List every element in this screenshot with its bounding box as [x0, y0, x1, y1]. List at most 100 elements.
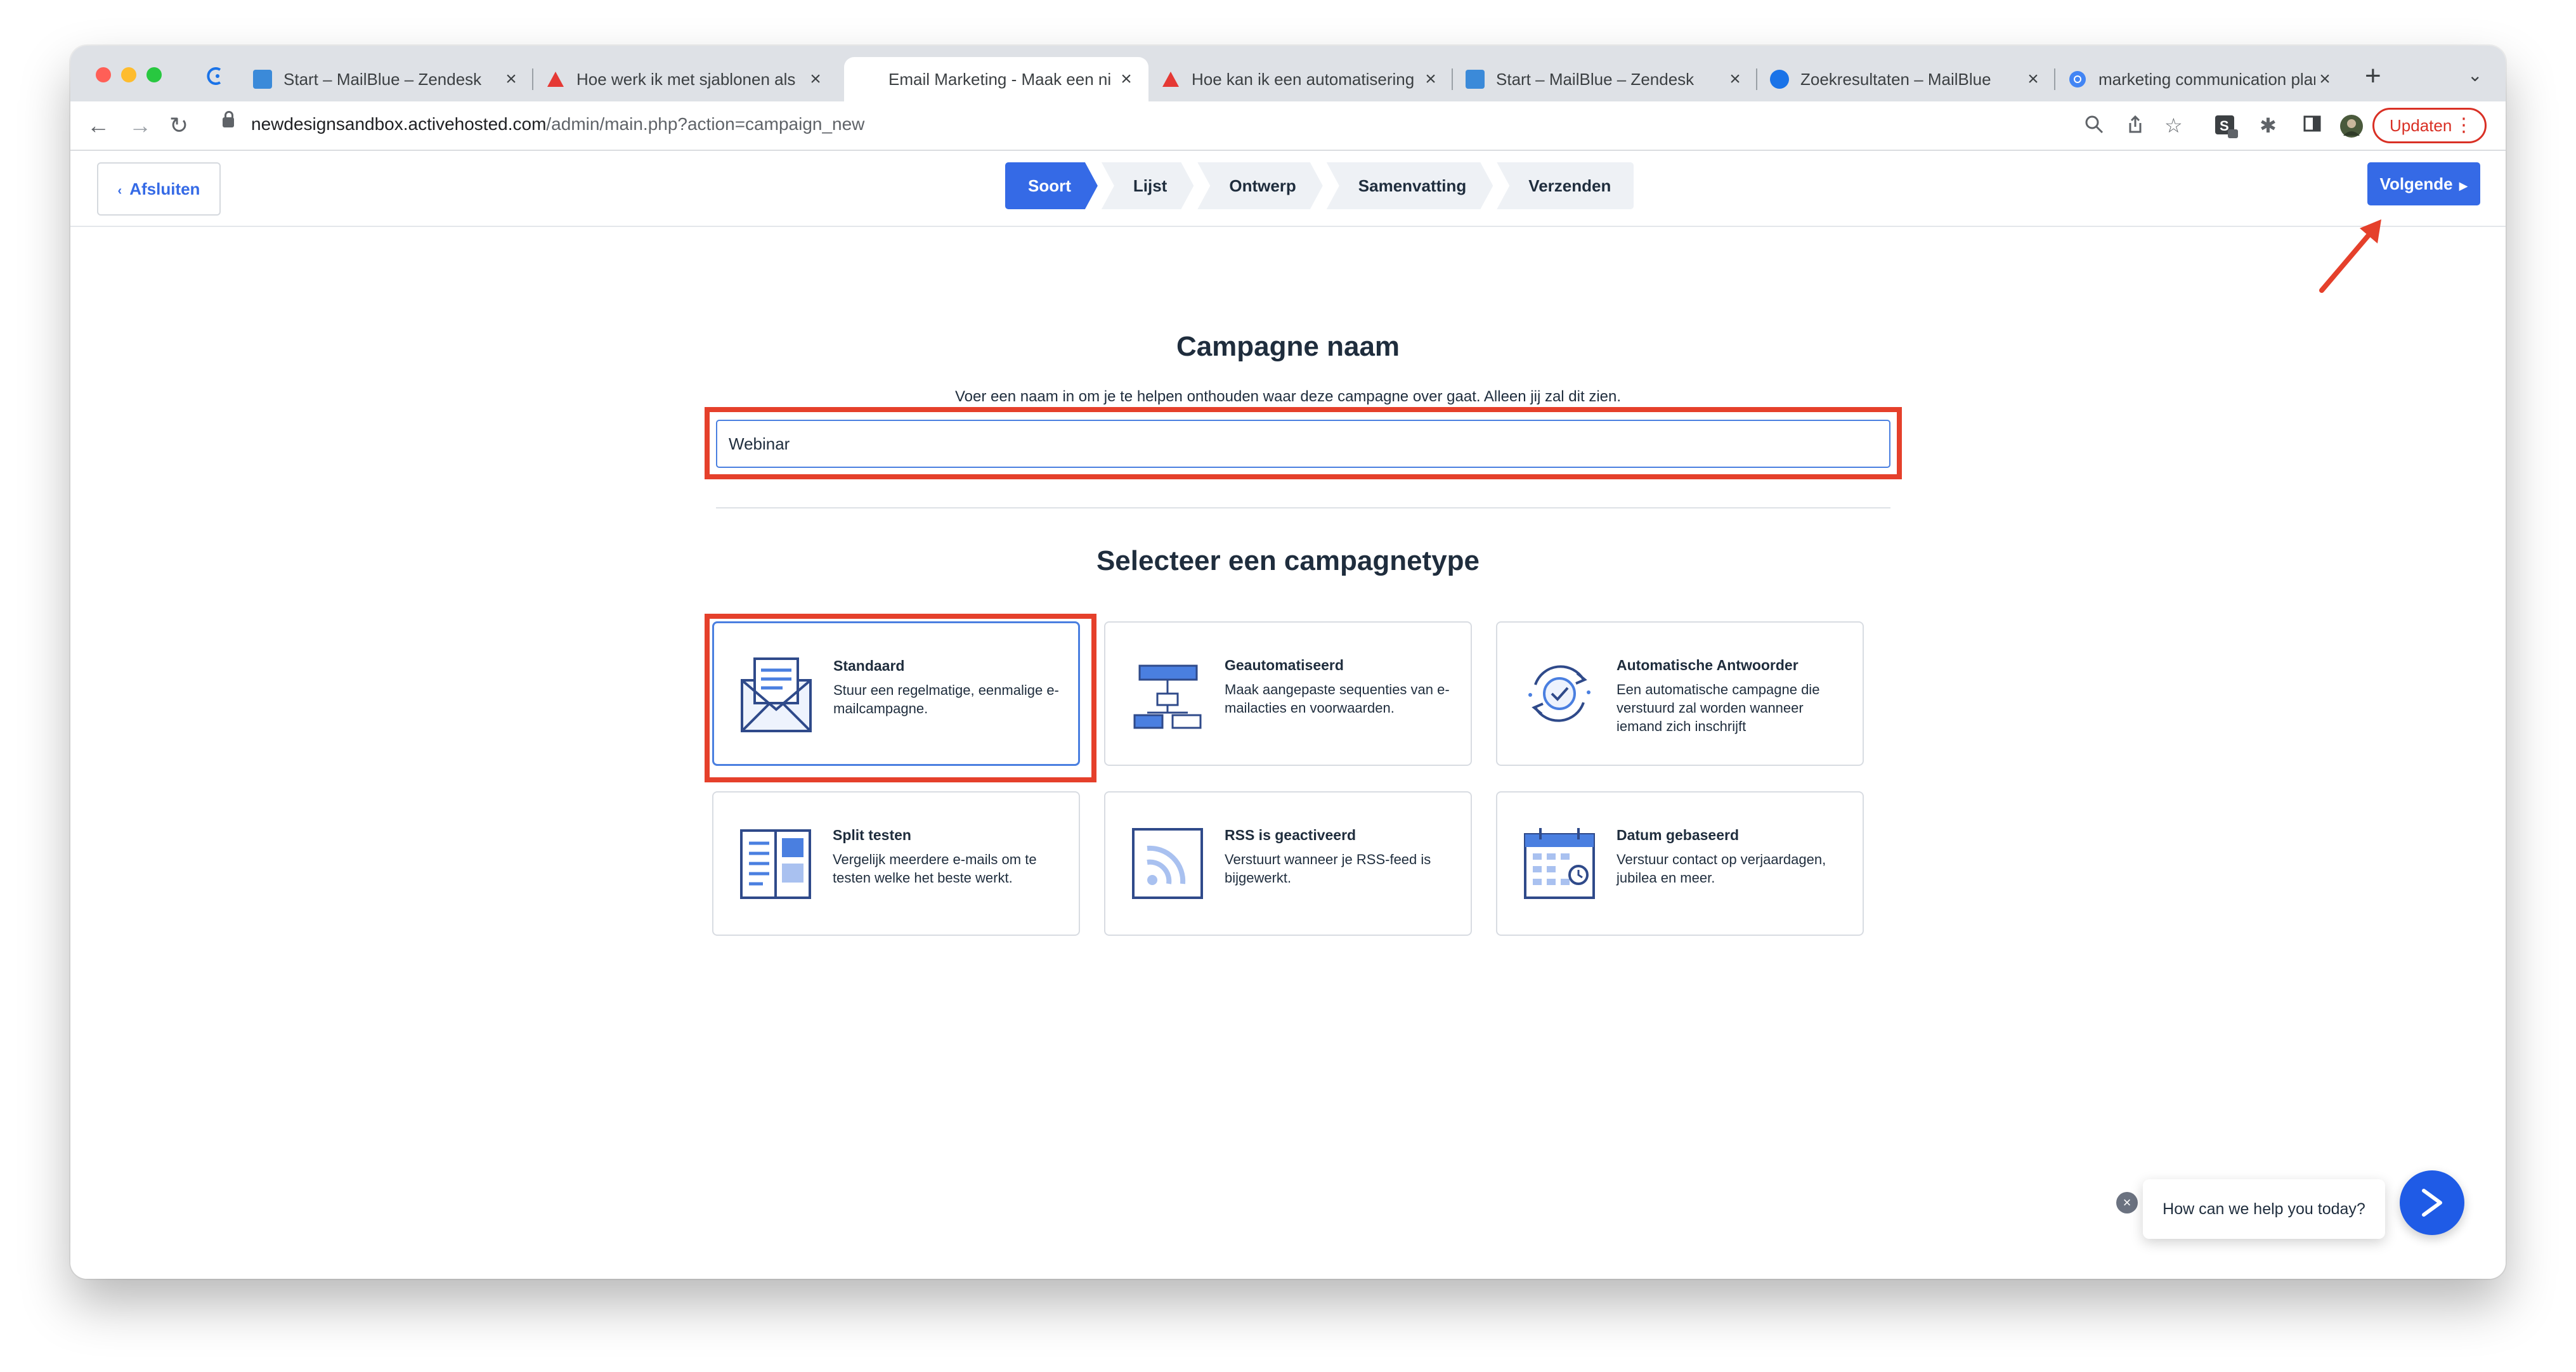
card-description: Vergelijk meerdere e-mails om te testen … [833, 851, 1037, 886]
step-samenvatting[interactable]: Samenvatting [1327, 162, 1493, 209]
tab-search-icon[interactable] [204, 65, 226, 87]
minimize-window-button[interactable] [121, 67, 136, 82]
campaign-name-input[interactable]: Webinar [716, 420, 1890, 468]
card-title: Geautomatiseerd [1225, 657, 1344, 673]
step-soort[interactable]: Soort [1005, 162, 1098, 209]
browser-tab[interactable]: Start – MailBlue – Zendesk × [240, 57, 533, 101]
card-text: Split testen Vergelijk meerdere e-mails … [833, 827, 1061, 887]
card-standaard[interactable]: Standaard Stuur een regelmatige, eenmali… [712, 621, 1080, 766]
reload-icon[interactable]: ↻ [169, 112, 188, 139]
tab-close-icon[interactable]: × [2315, 68, 2334, 90]
exit-button[interactable]: ‹ Afsluiten [97, 162, 221, 216]
tab-close-icon[interactable]: × [806, 68, 825, 90]
card-split-testen[interactable]: Split testen Vergelijk meerdere e-mails … [712, 791, 1080, 936]
browser-toolbar: ← → ↻ newdesignsandbox.activehosted.com/… [70, 101, 2506, 151]
tab-close-icon[interactable]: × [1117, 68, 1136, 90]
chat-launcher-button[interactable] [2400, 1170, 2464, 1235]
card-title: Automatische Antwoorder [1617, 657, 1799, 673]
annotation-arrow [2319, 219, 2381, 293]
card-rss[interactable]: RSS is geactiveerd Verstuurt wanneer je … [1104, 791, 1472, 936]
tab-title: Start – MailBlue – Zendesk [1496, 69, 1695, 89]
card-geautomatiseerd[interactable]: Geautomatiseerd Maak aangepaste sequenti… [1104, 621, 1472, 766]
browser-tab-active[interactable]: Email Marketing - Maak een ni × [844, 57, 1148, 101]
flowchart-icon [1133, 664, 1202, 729]
card-description: Een automatische campagne die verstuurd … [1617, 682, 1820, 734]
card-description: Stuur een regelmatige, eenmalige e-mailc… [833, 682, 1059, 716]
back-arrow-icon[interactable]: ← [87, 112, 110, 139]
browser-tab[interactable]: Zoekresultaten – MailBlue × [1757, 57, 2055, 101]
profile-avatar[interactable] [2339, 114, 2364, 143]
update-button[interactable]: Updaten ⋮ [2372, 108, 2487, 143]
browser-tab[interactable]: Start – MailBlue – Zendesk × [1453, 57, 1757, 101]
card-datum-gebaseerd[interactable]: Datum gebaseerd Verstuur contact op verj… [1496, 791, 1864, 936]
chevron-left-icon: ‹ [117, 184, 122, 198]
tab-title: Hoe werk ik met sjablonen als [576, 69, 796, 89]
tab-title: Hoe kan ik een automatisering [1192, 69, 1415, 89]
tab-close-icon[interactable]: × [2024, 68, 2043, 90]
tab-close-icon[interactable]: × [1421, 68, 1440, 90]
tab-close-icon[interactable]: × [502, 68, 521, 90]
update-label: Updaten [2390, 116, 2452, 135]
caret-right-icon: ▶ [2459, 179, 2468, 192]
address-bar[interactable]: newdesignsandbox.activehosted.com/admin/… [251, 114, 864, 134]
browser-tab[interactable]: marketing communication plan × [2055, 57, 2347, 101]
chat-prompt[interactable]: How can we help you today? [2143, 1179, 2385, 1239]
new-tab-icon[interactable]: + [2365, 62, 2381, 90]
card-description: Maak aangepaste sequenties van e-mailact… [1225, 682, 1450, 716]
card-text: Automatische Antwoorder Een automatische… [1617, 657, 1845, 735]
forward-arrow-icon[interactable]: → [129, 112, 152, 139]
bookmark-star-icon[interactable]: ☆ [2164, 114, 2183, 137]
auto-cycle-icon [1528, 665, 1590, 722]
card-text: Geautomatiseerd Maak aangepaste sequenti… [1225, 657, 1453, 717]
exit-label: Afsluiten [129, 179, 200, 198]
card-text: Standaard Stuur een regelmatige, eenmali… [833, 657, 1060, 718]
next-button[interactable]: Volgende ▶ [2367, 162, 2480, 205]
share-icon[interactable] [2125, 114, 2145, 139]
chrome-icon [2068, 70, 2087, 89]
tab-list-chevron-icon[interactable]: ⌄ [2468, 65, 2482, 86]
mailblue-icon [253, 70, 272, 89]
page-content: ‹ Afsluiten Soort Lijst Ontwerp Samenvatt… [70, 151, 2506, 1279]
campaign-type-title: Selecteer een campagnetype [1096, 545, 1480, 576]
tab-title: marketing communication plan [2098, 69, 2315, 89]
extensions-puzzle-icon[interactable]: ✱ [2260, 114, 2277, 137]
split-test-icon [740, 829, 811, 899]
browser-tab[interactable]: Hoe kan ik een automatisering × [1148, 57, 1453, 101]
card-text: Datum gebaseerd Verstuur contact op verj… [1617, 827, 1845, 887]
url-path: /admin/main.php?action=campaign_new [546, 114, 865, 134]
card-automatische-antwoorder[interactable]: Automatische Antwoorder Een automatische… [1496, 621, 1864, 766]
close-window-button[interactable] [96, 67, 111, 82]
svg-text:S: S [2220, 118, 2229, 134]
tab-close-icon[interactable]: × [1726, 68, 1745, 90]
zendesk-icon [1161, 70, 1180, 89]
lock-icon [223, 111, 234, 127]
tab-title: Start – MailBlue – Zendesk [283, 69, 482, 89]
tab-strip: Start – MailBlue – Zendesk × Hoe werk ik… [70, 46, 2506, 101]
mailblue-circle-icon [1770, 70, 1789, 89]
card-description: Verstuurt wanneer je RSS-feed is bijgewe… [1225, 851, 1431, 886]
mailblue-icon [1466, 70, 1485, 89]
campaign-header: ‹ Afsluiten Soort Lijst Ontwerp Samenvatt… [70, 151, 2506, 227]
chat-close-icon[interactable]: × [2116, 1192, 2138, 1213]
step-navigation: Soort Lijst Ontwerp Samenvatting Verzend… [1005, 162, 1637, 209]
more-vert-icon: ⋮ [2454, 115, 2473, 136]
card-description: Verstuur contact op verjaardagen, jubile… [1617, 851, 1826, 886]
send-arrow-icon [2422, 1189, 2442, 1217]
zoom-icon[interactable] [2084, 114, 2104, 139]
step-lijst[interactable]: Lijst [1102, 162, 1194, 209]
zoom-window-button[interactable] [146, 67, 162, 82]
next-label: Volgende [2379, 174, 2453, 193]
browser-tab[interactable]: Hoe werk ik met sjablonen als × [533, 57, 838, 101]
step-verzenden[interactable]: Verzenden [1497, 162, 1634, 209]
browser-window: Start – MailBlue – Zendesk × Hoe werk ik… [70, 46, 2506, 1279]
extension-s-icon[interactable]: S [2214, 114, 2239, 144]
tab-title: Email Marketing - Maak een ni [888, 69, 1112, 89]
side-panel-icon[interactable] [2303, 114, 2322, 138]
step-ontwerp[interactable]: Ontwerp [1197, 162, 1322, 209]
url-host: newdesignsandbox.activehosted.com [251, 114, 547, 134]
zendesk-icon [546, 70, 565, 89]
card-title: RSS is geactiveerd [1225, 827, 1356, 843]
section-divider [716, 507, 1890, 508]
envelope-icon [741, 657, 812, 732]
campaign-name-subtitle: Voer een naam in om je te helpen onthoud… [954, 388, 1622, 405]
